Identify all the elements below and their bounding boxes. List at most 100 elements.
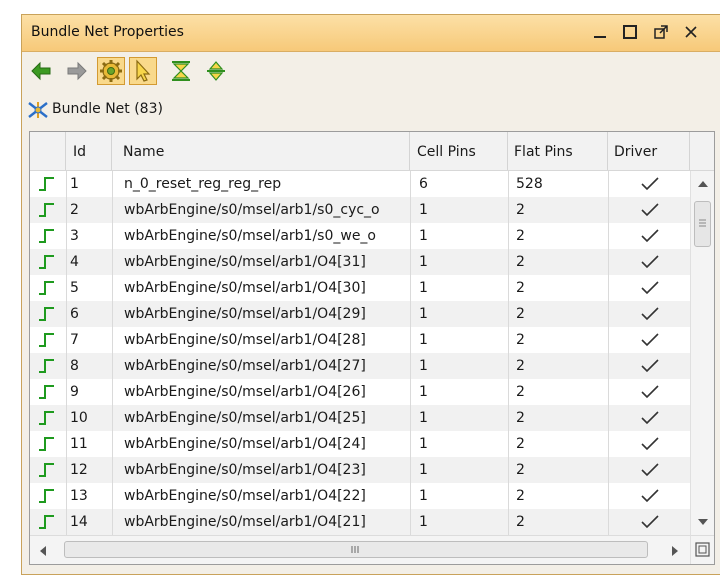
cell-flat-pins: 2 bbox=[508, 327, 608, 353]
header-icon-column bbox=[30, 132, 66, 170]
maximize-icon[interactable] bbox=[621, 23, 639, 41]
cell-flat-pins: 528 bbox=[508, 171, 608, 197]
cell-flat-pins: 2 bbox=[508, 301, 608, 327]
cell-cell-pins: 1 bbox=[410, 301, 508, 327]
scroll-down-arrow-icon[interactable] bbox=[697, 517, 709, 527]
cell-id: 6 bbox=[66, 301, 112, 327]
cell-id: 7 bbox=[66, 327, 112, 353]
expand-icon[interactable] bbox=[202, 57, 230, 85]
driver-check-icon bbox=[608, 457, 690, 483]
cell-cell-pins: 1 bbox=[410, 327, 508, 353]
cell-cell-pins: 6 bbox=[410, 171, 508, 197]
horizontal-scroll-thumb[interactable] bbox=[64, 541, 648, 558]
cell-cell-pins: 1 bbox=[410, 353, 508, 379]
vertical-scrollbar[interactable] bbox=[690, 171, 714, 535]
cell-name: wbArbEngine/s0/msel/arb1/O4[31] bbox=[112, 249, 410, 275]
header-cell-pins[interactable]: Cell Pins bbox=[410, 132, 508, 170]
cell-id: 5 bbox=[66, 275, 112, 301]
driver-check-icon bbox=[608, 379, 690, 405]
net-icon bbox=[30, 457, 63, 483]
scroll-right-arrow-icon[interactable] bbox=[670, 545, 680, 557]
cell-id: 9 bbox=[66, 379, 112, 405]
toolbar bbox=[22, 52, 720, 95]
table-row[interactable]: 1 n_0_reset_reg_reg_rep 6 528 bbox=[30, 171, 690, 197]
table-body: 1 n_0_reset_reg_reg_rep 6 528 2 wbArbEngine/s… bbox=[30, 171, 690, 535]
net-icon bbox=[30, 509, 63, 535]
back-arrow-icon[interactable] bbox=[27, 57, 55, 85]
table-row[interactable]: 8 wbArbEngine/s0/msel/arb1/O4[27] 1 2 bbox=[30, 353, 690, 379]
forward-arrow-icon[interactable] bbox=[63, 57, 91, 85]
table-options-corner[interactable] bbox=[690, 535, 714, 564]
scroll-left-arrow-icon[interactable] bbox=[38, 545, 48, 557]
header-flat-pins-label: Flat Pins bbox=[514, 144, 573, 160]
driver-check-icon bbox=[608, 197, 690, 223]
cell-id: 3 bbox=[66, 223, 112, 249]
horizontal-scrollbar[interactable] bbox=[30, 535, 690, 564]
header-driver[interactable]: Driver bbox=[608, 132, 690, 170]
cell-flat-pins: 2 bbox=[508, 431, 608, 457]
cell-flat-pins: 2 bbox=[508, 353, 608, 379]
cell-name: wbArbEngine/s0/msel/arb1/O4[27] bbox=[112, 353, 410, 379]
cell-id: 13 bbox=[66, 483, 112, 509]
table-row[interactable]: 5 wbArbEngine/s0/msel/arb1/O4[30] 1 2 bbox=[30, 275, 690, 301]
scroll-up-arrow-icon[interactable] bbox=[697, 179, 709, 189]
table-row[interactable]: 13 wbArbEngine/s0/msel/arb1/O4[22] 1 2 bbox=[30, 483, 690, 509]
table-row[interactable]: 9 wbArbEngine/s0/msel/arb1/O4[26] 1 2 bbox=[30, 379, 690, 405]
net-icon bbox=[30, 301, 63, 327]
driver-check-icon bbox=[608, 431, 690, 457]
cell-cell-pins: 1 bbox=[410, 223, 508, 249]
close-icon[interactable] bbox=[682, 23, 700, 41]
driver-check-icon bbox=[608, 223, 690, 249]
cell-cell-pins: 1 bbox=[410, 405, 508, 431]
table-row[interactable]: 11 wbArbEngine/s0/msel/arb1/O4[24] 1 2 bbox=[30, 431, 690, 457]
driver-check-icon bbox=[608, 327, 690, 353]
table-row[interactable]: 12 wbArbEngine/s0/msel/arb1/O4[23] 1 2 bbox=[30, 457, 690, 483]
header-flat-pins[interactable]: Flat Pins bbox=[508, 132, 608, 170]
cell-name: wbArbEngine/s0/msel/arb1/O4[29] bbox=[112, 301, 410, 327]
header-id-label: Id bbox=[73, 144, 87, 160]
net-icon bbox=[30, 327, 63, 353]
table-row[interactable]: 14 wbArbEngine/s0/msel/arb1/O4[21] 1 2 bbox=[30, 509, 690, 535]
collapse-icon[interactable] bbox=[167, 57, 195, 85]
bundle-net-icon bbox=[27, 100, 49, 124]
header-id[interactable]: Id bbox=[66, 132, 112, 170]
cell-flat-pins: 2 bbox=[508, 457, 608, 483]
table-row[interactable]: 10 wbArbEngine/s0/msel/arb1/O4[25] 1 2 bbox=[30, 405, 690, 431]
cell-cell-pins: 1 bbox=[410, 431, 508, 457]
table-row[interactable]: 3 wbArbEngine/s0/msel/arb1/s0_we_o 1 2 bbox=[30, 223, 690, 249]
cell-name: wbArbEngine/s0/msel/arb1/s0_cyc_o bbox=[112, 197, 410, 223]
cell-cell-pins: 1 bbox=[410, 197, 508, 223]
table-row[interactable]: 2 wbArbEngine/s0/msel/arb1/s0_cyc_o 1 2 bbox=[30, 197, 690, 223]
table-row[interactable]: 7 wbArbEngine/s0/msel/arb1/O4[28] 1 2 bbox=[30, 327, 690, 353]
table-row[interactable]: 4 wbArbEngine/s0/msel/arb1/O4[31] 1 2 bbox=[30, 249, 690, 275]
cell-id: 14 bbox=[66, 509, 112, 535]
header-name-label: Name bbox=[123, 144, 165, 160]
driver-check-icon bbox=[608, 249, 690, 275]
cell-name: wbArbEngine/s0/msel/arb1/O4[25] bbox=[112, 405, 410, 431]
header-name[interactable]: Name bbox=[112, 132, 410, 170]
cell-name: wbArbEngine/s0/msel/arb1/O4[22] bbox=[112, 483, 410, 509]
vertical-scroll-thumb[interactable] bbox=[694, 201, 711, 247]
net-icon bbox=[30, 275, 63, 301]
net-icon bbox=[30, 353, 63, 379]
cell-flat-pins: 2 bbox=[508, 405, 608, 431]
driver-check-icon bbox=[608, 171, 690, 197]
title-bar[interactable]: Bundle Net Properties bbox=[22, 15, 720, 52]
table-row[interactable]: 6 wbArbEngine/s0/msel/arb1/O4[29] 1 2 bbox=[30, 301, 690, 327]
cell-id: 11 bbox=[66, 431, 112, 457]
net-icon bbox=[30, 223, 63, 249]
bundle-net-label: Bundle Net (83) bbox=[52, 101, 163, 117]
settings-icon[interactable] bbox=[97, 57, 125, 85]
float-icon[interactable] bbox=[652, 23, 670, 41]
minimize-icon[interactable] bbox=[591, 23, 609, 41]
net-icon bbox=[30, 171, 63, 197]
cell-id: 2 bbox=[66, 197, 112, 223]
cell-cell-pins: 1 bbox=[410, 457, 508, 483]
select-pointer-icon[interactable] bbox=[129, 57, 157, 85]
net-icon bbox=[30, 197, 63, 223]
bundle-net-table: Id Name Cell Pins Flat Pins Driver 1 n_0_… bbox=[29, 131, 715, 565]
cell-id: 10 bbox=[66, 405, 112, 431]
cell-name: wbArbEngine/s0/msel/arb1/O4[26] bbox=[112, 379, 410, 405]
header-driver-label: Driver bbox=[614, 144, 658, 160]
table-header: Id Name Cell Pins Flat Pins Driver bbox=[30, 132, 714, 171]
